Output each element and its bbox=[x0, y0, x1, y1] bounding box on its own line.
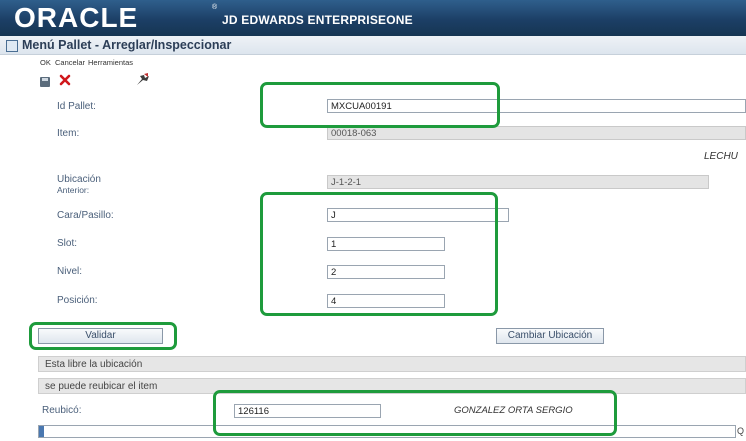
relocated-by-label: Reubicó: bbox=[42, 405, 82, 416]
oracle-logo: ORACLE bbox=[14, 2, 139, 33]
position-label: Posición: bbox=[57, 295, 98, 306]
prev-location-label: Ubicación Anterior: bbox=[57, 174, 101, 196]
highlight-validate bbox=[29, 322, 177, 350]
window-title: Menú Pallet - Arreglar/Inspeccionar bbox=[22, 38, 232, 52]
pallet-id-label: Id Pallet: bbox=[57, 101, 96, 112]
tools-label: Herramientas bbox=[88, 58, 134, 67]
status-message-1: Esta libre la ubicación bbox=[38, 356, 746, 372]
prev-location-label-line2: Anterior: bbox=[57, 185, 90, 195]
slot-label: Slot: bbox=[57, 238, 78, 249]
tools-button[interactable]: Herramientas bbox=[88, 58, 154, 90]
prev-location-input: J-1-2-1 bbox=[327, 175, 709, 189]
cancel-label: Cancelar bbox=[55, 58, 86, 67]
level-label: Nivel: bbox=[57, 266, 83, 277]
bottom-right-text: Q bbox=[737, 426, 745, 436]
save-icon bbox=[40, 77, 50, 87]
close-icon bbox=[59, 74, 71, 86]
change-location-button[interactable]: Cambiar Ubicación bbox=[496, 328, 604, 344]
cursor-marker bbox=[39, 426, 44, 437]
highlight-relocated-by bbox=[213, 390, 617, 436]
trademark-symbol: ® bbox=[212, 4, 218, 11]
prev-location-label-line1: Ubicación bbox=[57, 174, 101, 185]
item-label: Item: bbox=[57, 128, 80, 139]
window-icon bbox=[6, 40, 18, 52]
ok-label: OK bbox=[40, 58, 51, 67]
aisle-label: Cara/Pasillo: bbox=[57, 210, 114, 221]
product-name: JD EDWARDS ENTERPRISEONE bbox=[222, 13, 413, 27]
highlight-location-fields bbox=[260, 192, 498, 316]
tools-icon bbox=[137, 73, 149, 85]
item-input: 00018-063 bbox=[327, 126, 746, 140]
highlight-pallet-id bbox=[260, 82, 500, 128]
item-description: LECHU bbox=[704, 151, 738, 162]
